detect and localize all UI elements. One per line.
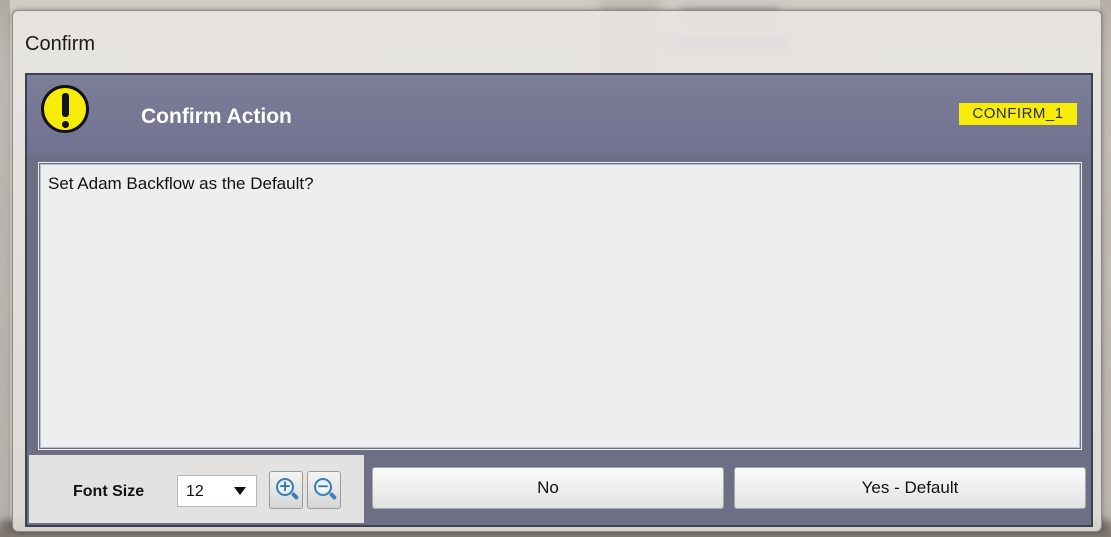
chevron-down-icon <box>234 487 246 495</box>
message-text: Set Adam Backflow as the Default? <box>48 174 314 193</box>
message-area: Set Adam Backflow as the Default? <box>37 161 1083 451</box>
dialog-title: Confirm Action <box>141 105 292 128</box>
dialog-header: Confirm Action CONFIRM_1 <box>27 75 1091 155</box>
dialog-footer: Font Size 12 + − No Yes - Default <box>27 453 1091 525</box>
font-size-value: 12 <box>186 483 204 500</box>
yes-default-button[interactable]: Yes - Default <box>734 467 1086 509</box>
zoom-out-button[interactable]: − <box>307 471 341 509</box>
font-size-panel: Font Size 12 + − <box>29 455 364 523</box>
button-row: No Yes - Default <box>364 453 1091 525</box>
window-title: Confirm <box>25 33 96 55</box>
font-size-label: Font Size <box>73 483 145 500</box>
no-button[interactable]: No <box>372 467 724 509</box>
warning-icon <box>41 85 89 133</box>
confirm-window: Confirm Confirm Action CONFIRM_1 Set Ada… <box>12 10 1102 532</box>
zoom-in-button[interactable]: + <box>269 471 303 509</box>
dialog-code-badge: CONFIRM_1 <box>959 103 1077 125</box>
font-size-select[interactable]: 12 <box>177 475 257 507</box>
confirm-dialog: Confirm Action CONFIRM_1 Set Adam Backfl… <box>25 73 1093 527</box>
